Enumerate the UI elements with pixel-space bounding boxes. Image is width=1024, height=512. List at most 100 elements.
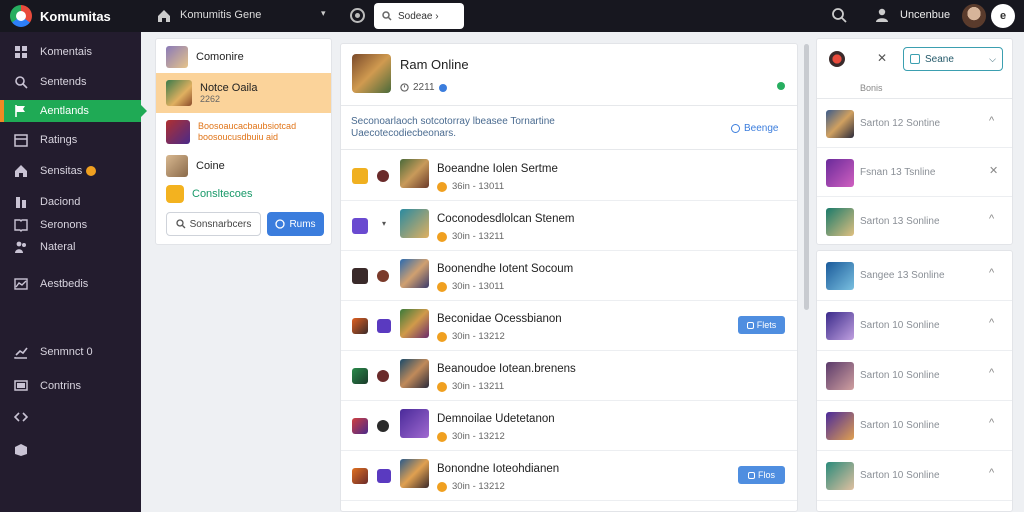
notice-link[interactable]: Beenge	[731, 123, 778, 134]
sidebar-item-senmnct[interactable]: Senmnct 0	[0, 341, 141, 363]
scope-select[interactable]: Sodeae ›	[374, 3, 464, 29]
home-icon[interactable]	[156, 8, 172, 24]
chevron-up-icon[interactable]: ^	[989, 367, 994, 379]
row-meta: 30in - 13211	[437, 381, 504, 392]
row-action-button[interactable]: Flets	[738, 316, 785, 334]
list-item[interactable]: Sarton 10 Sonline ^	[817, 451, 1012, 501]
table-row[interactable]: Beconidae Ocessbianon 30in - 13212 Flets	[341, 301, 797, 351]
coin-icon	[437, 231, 447, 242]
chevron-down-icon[interactable]: ▾	[321, 8, 326, 19]
table-row[interactable]: ▾ Coconodesdlolcan Stenem 30in - 13211	[341, 201, 797, 251]
server-select[interactable]: Seane ⌵	[903, 47, 1003, 71]
row-thumbnail	[400, 159, 429, 188]
coin-icon	[437, 181, 447, 192]
notification-badge	[86, 166, 97, 176]
code-icon	[14, 412, 28, 422]
close-icon[interactable]: ✕	[989, 164, 998, 177]
user-name[interactable]: Uncenbue	[900, 9, 950, 21]
sidebar-item-box[interactable]	[0, 439, 141, 461]
row-action-button[interactable]: Flos	[738, 466, 785, 484]
sidebar-item-label: Seronons	[40, 219, 88, 231]
table-row[interactable]: Bonondne Ioteohdianen 30in - 13212 Flos	[341, 451, 797, 501]
list-item[interactable]: Consltecoes	[156, 183, 331, 205]
chevron-up-icon[interactable]: ^	[989, 467, 994, 479]
join-button[interactable]: Rums	[267, 212, 324, 236]
sidebar-item-ratings[interactable]: Ratings	[0, 129, 141, 151]
row-meta-value: 30in - 13211	[452, 231, 505, 242]
server-label: Sarton 13 Sonline	[860, 216, 940, 227]
list-item[interactable]: Sangee 13 Sonline ^	[817, 251, 1012, 301]
server-panel-subtitle: Bonis	[860, 83, 883, 93]
check-icon	[352, 218, 368, 234]
feed-meta-value: 2211	[413, 82, 435, 93]
table-row[interactable]: Demnoilae Udetetanon 30in - 13212	[341, 401, 797, 451]
list-item[interactable]: Sarton 12 Sontine ^	[817, 99, 1012, 148]
table-row[interactable]: Beanoudoe Iotean.brenens 30in - 13211	[341, 351, 797, 401]
search-icon	[15, 76, 28, 89]
user-icon[interactable]	[874, 7, 890, 23]
chevron-down-icon[interactable]: ▾	[382, 219, 386, 228]
arrow-icon	[352, 268, 368, 284]
list-item-selected[interactable]: Notce Oaila 2262	[156, 73, 331, 113]
chevron-up-icon[interactable]: ^	[989, 115, 994, 127]
sidebar-item-nateral[interactable]: Nateral	[0, 236, 141, 258]
feed-scrollbar[interactable]	[804, 44, 809, 310]
list-item[interactable]: Sarton 10 Sonline ^	[817, 301, 1012, 351]
badge-icon	[377, 270, 389, 282]
community-thumbnail	[166, 120, 190, 144]
list-item[interactable]: Comonire	[156, 43, 331, 71]
row-meta-value: 30in - 13211	[452, 381, 505, 392]
brand[interactable]: Komumitas	[10, 5, 111, 27]
server-thumbnail	[826, 362, 854, 390]
table-row[interactable]: Boonendhe Iotent Socoum 30in - 13011	[341, 251, 797, 301]
sidebar-item-label: Daciond	[40, 196, 81, 208]
list-item[interactable]: Boosoaucacbaubsiotcad boosoucusdbuiu aid	[156, 117, 331, 147]
join-button-label: Rums	[289, 218, 316, 230]
sidebar-item-aentlands[interactable]: Aentlands	[0, 100, 147, 122]
search-icon[interactable]	[831, 7, 847, 23]
chevron-up-icon[interactable]: ^	[989, 267, 994, 279]
sidebar-item-sentends[interactable]: Sentends	[0, 71, 141, 93]
close-icon[interactable]: ✕	[877, 51, 887, 65]
info-icon	[438, 83, 447, 92]
server-select-label: Seane	[925, 53, 954, 65]
sidebar-item-daciond[interactable]: Daciond	[0, 191, 141, 213]
notification-button[interactable]: e	[991, 4, 1015, 28]
table-row[interactable]: Boeandne Iolen Sertme 36in - 13011	[341, 151, 797, 201]
search-icon	[175, 219, 186, 229]
list-item[interactable]: Coine	[156, 153, 331, 179]
server-thumbnail	[826, 110, 854, 138]
coin-icon	[437, 381, 447, 392]
sidebar-item-label: Contrins	[40, 380, 81, 392]
record-icon[interactable]	[350, 8, 365, 23]
coin-icon	[437, 331, 447, 342]
list-item[interactable]: Fsnan 13 Tsnline ✕	[817, 148, 1012, 197]
list-item[interactable]: Sarton 10 Sonline ^	[817, 351, 1012, 401]
list-item[interactable]: Sarton 13 Sonline ^	[817, 197, 1012, 246]
sidebar-item-code[interactable]	[0, 406, 141, 428]
community-title[interactable]: Komumitis Gene	[180, 9, 261, 21]
sidebar-item-label: Sensitas	[40, 165, 83, 177]
scope-select-label: Sodeae ›	[398, 10, 439, 22]
sidebar-item-komentais[interactable]: Komentais	[0, 41, 141, 63]
chevron-up-icon[interactable]: ^	[989, 213, 994, 225]
members-button[interactable]: Sonsnarbcers	[166, 212, 261, 236]
sidebar-item-label: Aestbedis	[40, 278, 89, 290]
chevron-up-icon[interactable]: ^	[989, 317, 994, 329]
row-meta-value: 30in - 13212	[452, 331, 505, 342]
server-label: Sarton 10 Sonline	[860, 420, 940, 431]
list-item-subtitle: 2262	[200, 94, 221, 104]
sidebar-item-contrins[interactable]: Contrins	[0, 375, 141, 397]
plus-icon	[747, 471, 755, 479]
chevron-up-icon[interactable]: ^	[989, 417, 994, 429]
event-feed: Ram Online 2211 Seconoarlaoch sotcotorra…	[340, 43, 798, 512]
server-thumbnail	[826, 262, 854, 290]
list-item[interactable]: Sarton 10 Sonline ^	[817, 401, 1012, 451]
sidebar-item-aestbedis[interactable]: Aestbedis	[0, 273, 141, 295]
sidebar-item-seronons[interactable]: Seronons	[0, 214, 141, 236]
sidebar-item-label: Nateral	[40, 241, 76, 253]
sword-icon	[352, 318, 368, 334]
sidebar-item-sensitas[interactable]: Sensitas	[0, 160, 141, 182]
avatar[interactable]	[962, 4, 986, 28]
flag-icon	[15, 105, 25, 117]
